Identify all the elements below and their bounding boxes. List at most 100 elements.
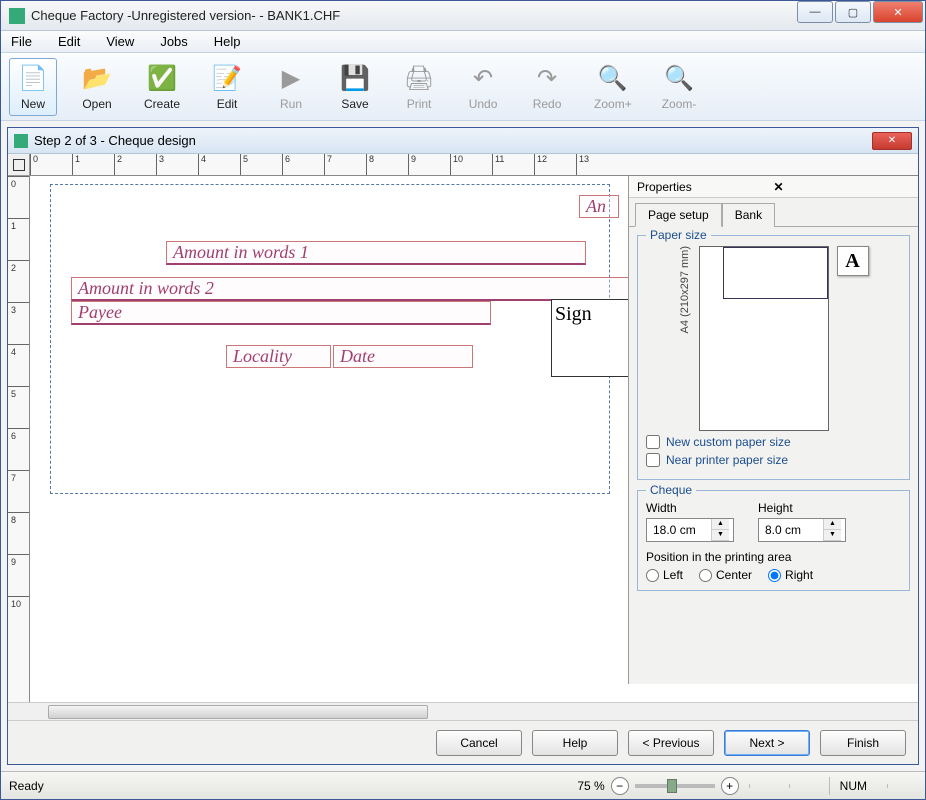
open-icon: 📂 (81, 63, 113, 95)
save-icon: 💾 (339, 63, 371, 95)
properties-panel: Properties ✕ Page setup Bank Paper size … (628, 176, 918, 684)
height-input[interactable] (759, 519, 823, 541)
menubar: File Edit View Jobs Help (1, 31, 925, 53)
toolbar-redo-button[interactable]: ↷Redo (523, 58, 571, 116)
minimize-button[interactable]: — (797, 1, 833, 23)
toolbar-zoomout-label: Zoom- (662, 97, 697, 111)
width-up-icon[interactable]: ▲ (712, 519, 729, 530)
tab-bank[interactable]: Bank (722, 203, 775, 227)
statusbar: Ready 75 % − + NUM (1, 771, 925, 799)
ruler-horizontal[interactable]: 012345678910111213 (30, 154, 918, 176)
menu-help[interactable]: Help (208, 32, 247, 51)
position-left[interactable]: Left (646, 568, 683, 582)
cheque-outline[interactable]: An Amount in words 1 Amount in words 2 P… (50, 184, 610, 494)
create-icon: ✅ (146, 63, 178, 95)
paper-size-group: Paper size A4 (210x297 mm) A New cust (637, 235, 910, 480)
toolbar-save-label: Save (341, 97, 368, 111)
titlebar: Cheque Factory -Unregistered version- - … (1, 1, 925, 31)
toolbar-print-label: Print (407, 97, 432, 111)
toolbar-zoomout-button[interactable]: 🔍 Zoom- (655, 58, 704, 116)
toolbar-new-label: New (21, 97, 45, 111)
next-button[interactable]: Next > (724, 730, 810, 756)
width-down-icon[interactable]: ▼ (712, 530, 729, 541)
zoom-slider[interactable] (635, 784, 715, 788)
width-input[interactable] (647, 519, 711, 541)
toolbar-new-button[interactable]: 📄New (9, 58, 57, 116)
height-up-icon[interactable]: ▲ (824, 519, 841, 530)
height-spinbox[interactable]: ▲▼ (758, 518, 846, 542)
position-right[interactable]: Right (768, 568, 813, 582)
zoom-value: 75 % (577, 779, 604, 793)
toolbar-edit-button[interactable]: 📝Edit (203, 58, 251, 116)
horizontal-scroll-thumb[interactable] (48, 705, 428, 719)
position-center-radio[interactable] (699, 569, 712, 582)
main-window: Cheque Factory -Unregistered version- - … (0, 0, 926, 800)
field-amount-words-2[interactable]: Amount in words 2 (71, 277, 641, 301)
page-preview[interactable] (699, 246, 829, 431)
field-locality[interactable]: Locality (226, 345, 331, 368)
new-custom-paper-row[interactable]: New custom paper size (646, 435, 901, 449)
toolbar-print-button[interactable]: 🖨Print (395, 58, 443, 116)
position-right-radio[interactable] (768, 569, 781, 582)
near-printer-paper-checkbox[interactable] (646, 453, 660, 467)
zoom-slider-thumb[interactable] (667, 779, 677, 793)
help-button[interactable]: Help (532, 730, 618, 756)
designer-icon (14, 134, 28, 148)
menu-view[interactable]: View (100, 32, 140, 51)
cancel-button[interactable]: Cancel (436, 730, 522, 756)
near-printer-paper-row[interactable]: Near printer paper size (646, 453, 901, 467)
finish-button[interactable]: Finish (820, 730, 906, 756)
menu-edit[interactable]: Edit (52, 32, 86, 51)
width-spinbox[interactable]: ▲▼ (646, 518, 734, 542)
previous-button[interactable]: < Previous (628, 730, 714, 756)
menu-file[interactable]: File (5, 32, 38, 51)
field-amount-words-1[interactable]: Amount in words 1 (166, 241, 586, 265)
toolbar-create-button[interactable]: ✅ Create (137, 58, 187, 116)
toolbar-create-label: Create (144, 97, 180, 111)
toolbar-run-label: Run (280, 97, 302, 111)
toolbar-save-button[interactable]: 💾 Save (331, 58, 379, 116)
toolbar-run-button[interactable]: ▶Run (267, 58, 315, 116)
design-area: 012345678910111213 012345678910 An Amoun… (8, 154, 918, 702)
properties-title: Properties (637, 180, 774, 194)
toolbar-undo-button[interactable]: ↶ Undo (459, 58, 507, 116)
properties-close-button[interactable]: ✕ (774, 180, 911, 194)
toolbar-edit-label: Edit (217, 97, 238, 111)
toolbar-zoomin-button[interactable]: 🔍Zoom+ (587, 58, 639, 116)
designer-close-button[interactable]: ✕ (872, 132, 912, 150)
undo-icon: ↶ (467, 63, 499, 95)
position-left-radio[interactable] (646, 569, 659, 582)
field-amount-label[interactable]: An (579, 195, 619, 218)
zoomin-icon: 🔍 (597, 63, 629, 95)
cheque-group: Cheque Width ▲▼ Hei (637, 490, 910, 591)
paper-size-legend: Paper size (646, 228, 711, 242)
tab-page-setup[interactable]: Page setup (635, 203, 722, 227)
properties-tabs: Page setup Bank (629, 198, 918, 226)
font-button[interactable]: A (837, 246, 869, 276)
status-text: Ready (9, 779, 567, 793)
ruler-corner[interactable] (8, 154, 30, 176)
zoomout-icon: 🔍 (663, 63, 695, 95)
status-cell-2 (789, 784, 819, 788)
field-payee[interactable]: Payee (71, 301, 491, 325)
field-date[interactable]: Date (333, 345, 473, 368)
paper-name-label: A4 (210x297 mm) (679, 246, 691, 363)
menu-jobs[interactable]: Jobs (154, 32, 193, 51)
new-custom-paper-checkbox[interactable] (646, 435, 660, 449)
wizard-buttons: Cancel Help < Previous Next > Finish (8, 720, 918, 764)
toolbar-undo-label: Undo (469, 97, 498, 111)
width-label: Width (646, 501, 734, 515)
zoom-out-button[interactable]: − (611, 777, 629, 795)
close-button[interactable]: ✕ (873, 1, 923, 23)
ruler-vertical[interactable]: 012345678910 (8, 176, 30, 702)
toolbar-open-button[interactable]: 📂 Open (73, 58, 121, 116)
designer-title: Step 2 of 3 - Cheque design (34, 133, 872, 148)
toolbar-open-label: Open (82, 97, 111, 111)
redo-icon: ↷ (531, 63, 563, 95)
width-column: Width ▲▼ (646, 501, 734, 542)
maximize-button[interactable]: ▢ (835, 1, 871, 23)
zoom-in-button[interactable]: + (721, 777, 739, 795)
horizontal-scrollbar[interactable] (8, 702, 918, 720)
position-center[interactable]: Center (699, 568, 752, 582)
height-down-icon[interactable]: ▼ (824, 530, 841, 541)
